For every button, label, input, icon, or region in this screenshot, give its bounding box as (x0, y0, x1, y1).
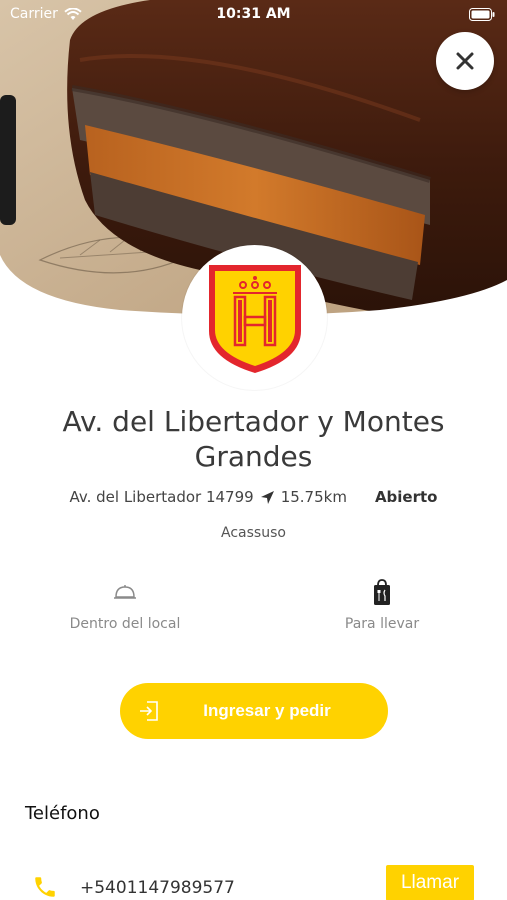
store-locality: Acassuso (221, 525, 286, 541)
takeaway-bag-icon (374, 579, 390, 605)
store-address-row: Av. del Libertador 14799 15.75km Abierto (0, 488, 507, 506)
status-bar: Carrier 10:31 AM (0, 0, 507, 30)
navigation-arrow-icon (260, 490, 274, 504)
store-name: Av. del Libertador y Montes Grandes (62, 405, 445, 473)
service-mode-label: Para llevar (344, 616, 420, 632)
login-icon (140, 701, 158, 721)
store-address: Av. del Libertador 14799 (69, 488, 254, 506)
clock: 10:31 AM (216, 6, 291, 22)
order-button-label: Ingresar y pedir (203, 701, 331, 720)
order-button[interactable]: Ingresar y pedir (120, 683, 388, 739)
store-distance: 15.75km (280, 488, 347, 506)
battery-icon (469, 8, 495, 21)
brand-logo (182, 245, 327, 390)
service-mode-label: Dentro del local (69, 616, 181, 632)
phone-section-title: Teléfono (25, 803, 100, 824)
service-mode-dine-in[interactable]: Dentro del local (25, 576, 225, 632)
phone-row: +5401147989577 Llamar (0, 862, 507, 900)
close-icon (456, 52, 474, 70)
status-badge: Abierto (374, 488, 438, 506)
service-mode-takeaway[interactable]: Para llevar (282, 576, 482, 632)
havanna-logo (208, 264, 301, 373)
call-button[interactable]: Llamar (386, 865, 474, 900)
phone-icon (35, 877, 55, 897)
phone-number: +5401147989577 (80, 878, 235, 898)
cloche-icon (114, 585, 136, 599)
close-button[interactable] (436, 32, 494, 90)
